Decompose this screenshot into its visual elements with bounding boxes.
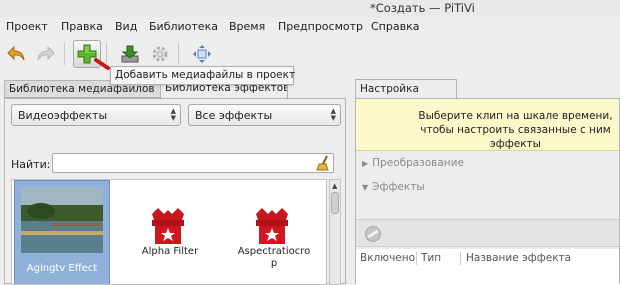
expander-collapsed-icon: ▶ <box>362 159 369 168</box>
combo-arrows-icon: ▲ ▼ <box>330 107 336 122</box>
effect-label: Agingtv Effect <box>26 263 98 274</box>
toolbar-separator <box>178 43 179 65</box>
menu-edit[interactable]: Правка <box>61 20 103 33</box>
info-text: Выберите клип на шкале времени, чтобы на… <box>418 110 613 150</box>
render-button[interactable] <box>116 40 144 68</box>
filter-combo-value: Все эффекты <box>195 109 273 122</box>
preferences-button[interactable] <box>146 40 174 68</box>
redo-icon <box>37 45 55 61</box>
effects-table: Включено Тип Название эффекта <box>356 249 619 285</box>
toolbar-separator <box>64 43 65 65</box>
expander-label: Эффекты <box>372 181 425 193</box>
effects-library-panel: Видеоэффекты ▲▼ Все эффекты ▲▼ Найти: <box>4 98 346 285</box>
search-label: Найти: <box>11 158 51 171</box>
clear-search-icon[interactable] <box>316 155 330 171</box>
column-header-type[interactable]: Тип <box>421 252 441 264</box>
effects-expander[interactable]: ▼ Эффекты <box>362 181 425 193</box>
category-combo-value: Видеоэффекты <box>18 109 108 122</box>
gift-box-icon <box>152 208 184 244</box>
menu-library[interactable]: Библиотека <box>149 20 218 33</box>
aging-thumbnail-image <box>21 187 103 253</box>
column-separator <box>460 252 461 265</box>
toolbar-separator <box>106 43 107 65</box>
info-bar: Выберите клип на шкале времени, чтобы на… <box>356 99 619 151</box>
column-separator <box>416 252 417 265</box>
menu-timeline[interactable]: Время <box>229 20 265 33</box>
scroll-thumb[interactable] <box>331 192 339 214</box>
effect-item-aspectratiocrop[interactable]: Aspectratiocro p <box>226 180 322 284</box>
effects-scrollbar[interactable]: ▲ <box>329 179 341 285</box>
window-title: *Создать — PiTiVi <box>370 1 475 15</box>
effect-label: Alpha Filter <box>141 246 199 257</box>
library-pane: Библиотека медиафайлов Библиотека эффект… <box>4 79 346 285</box>
clip-properties-pane: Настройка клипа Выберите клип на шкале в… <box>355 79 620 285</box>
gear-icon <box>152 46 168 62</box>
search-input[interactable] <box>52 153 334 173</box>
main-toolbar <box>0 38 620 70</box>
effect-item-agingtv[interactable]: Agingtv Effect <box>14 180 110 284</box>
expander-label: Преобразование <box>372 157 464 169</box>
effects-grid: Agingtv Effect Alpha Filter Aspectratioc… <box>11 179 327 285</box>
undo-icon <box>7 45 25 61</box>
fullscreen-icon <box>193 45 211 63</box>
menu-help[interactable]: Справка <box>371 20 419 33</box>
transformation-expander[interactable]: ▶ Преобразование <box>362 157 464 169</box>
scroll-up-icon[interactable]: ▲ <box>332 182 337 190</box>
import-tooltip: Добавить медиафайлы в проект <box>110 66 295 85</box>
redo-button[interactable] <box>32 40 60 68</box>
menu-project[interactable]: Проект <box>6 20 48 33</box>
combo-arrows-icon: ▲ ▼ <box>170 107 176 122</box>
tab-clip-properties[interactable]: Настройка клипа <box>355 79 457 107</box>
effects-toolbar <box>356 219 619 247</box>
undo-button[interactable] <box>2 40 30 68</box>
clip-properties-panel: Выберите клип на шкале времени, чтобы на… <box>355 98 620 285</box>
expander-expanded-icon: ▼ <box>362 183 369 192</box>
effect-label: Aspectratiocro p <box>237 246 311 269</box>
column-header-enabled[interactable]: Включено <box>360 252 415 264</box>
filter-combo[interactable]: Все эффекты ▲ ▼ <box>188 104 341 126</box>
effect-item-alpha[interactable]: Alpha Filter <box>122 180 218 284</box>
menu-view[interactable]: Вид <box>115 20 137 33</box>
menu-bar: Проект Правка Вид Библиотека Время Предп… <box>0 19 620 37</box>
category-combo[interactable]: Видеоэффекты ▲ ▼ <box>11 104 181 126</box>
title-bar: *Создать — PiTiVi <box>0 0 620 17</box>
remove-effect-icon[interactable] <box>364 225 382 243</box>
menu-viewer[interactable]: Предпросмотр <box>278 20 363 33</box>
fullscreen-button[interactable] <box>188 40 216 68</box>
download-icon <box>121 45 139 63</box>
column-header-effect-name[interactable]: Название эффекта <box>466 252 571 264</box>
gift-box-icon <box>256 208 288 244</box>
